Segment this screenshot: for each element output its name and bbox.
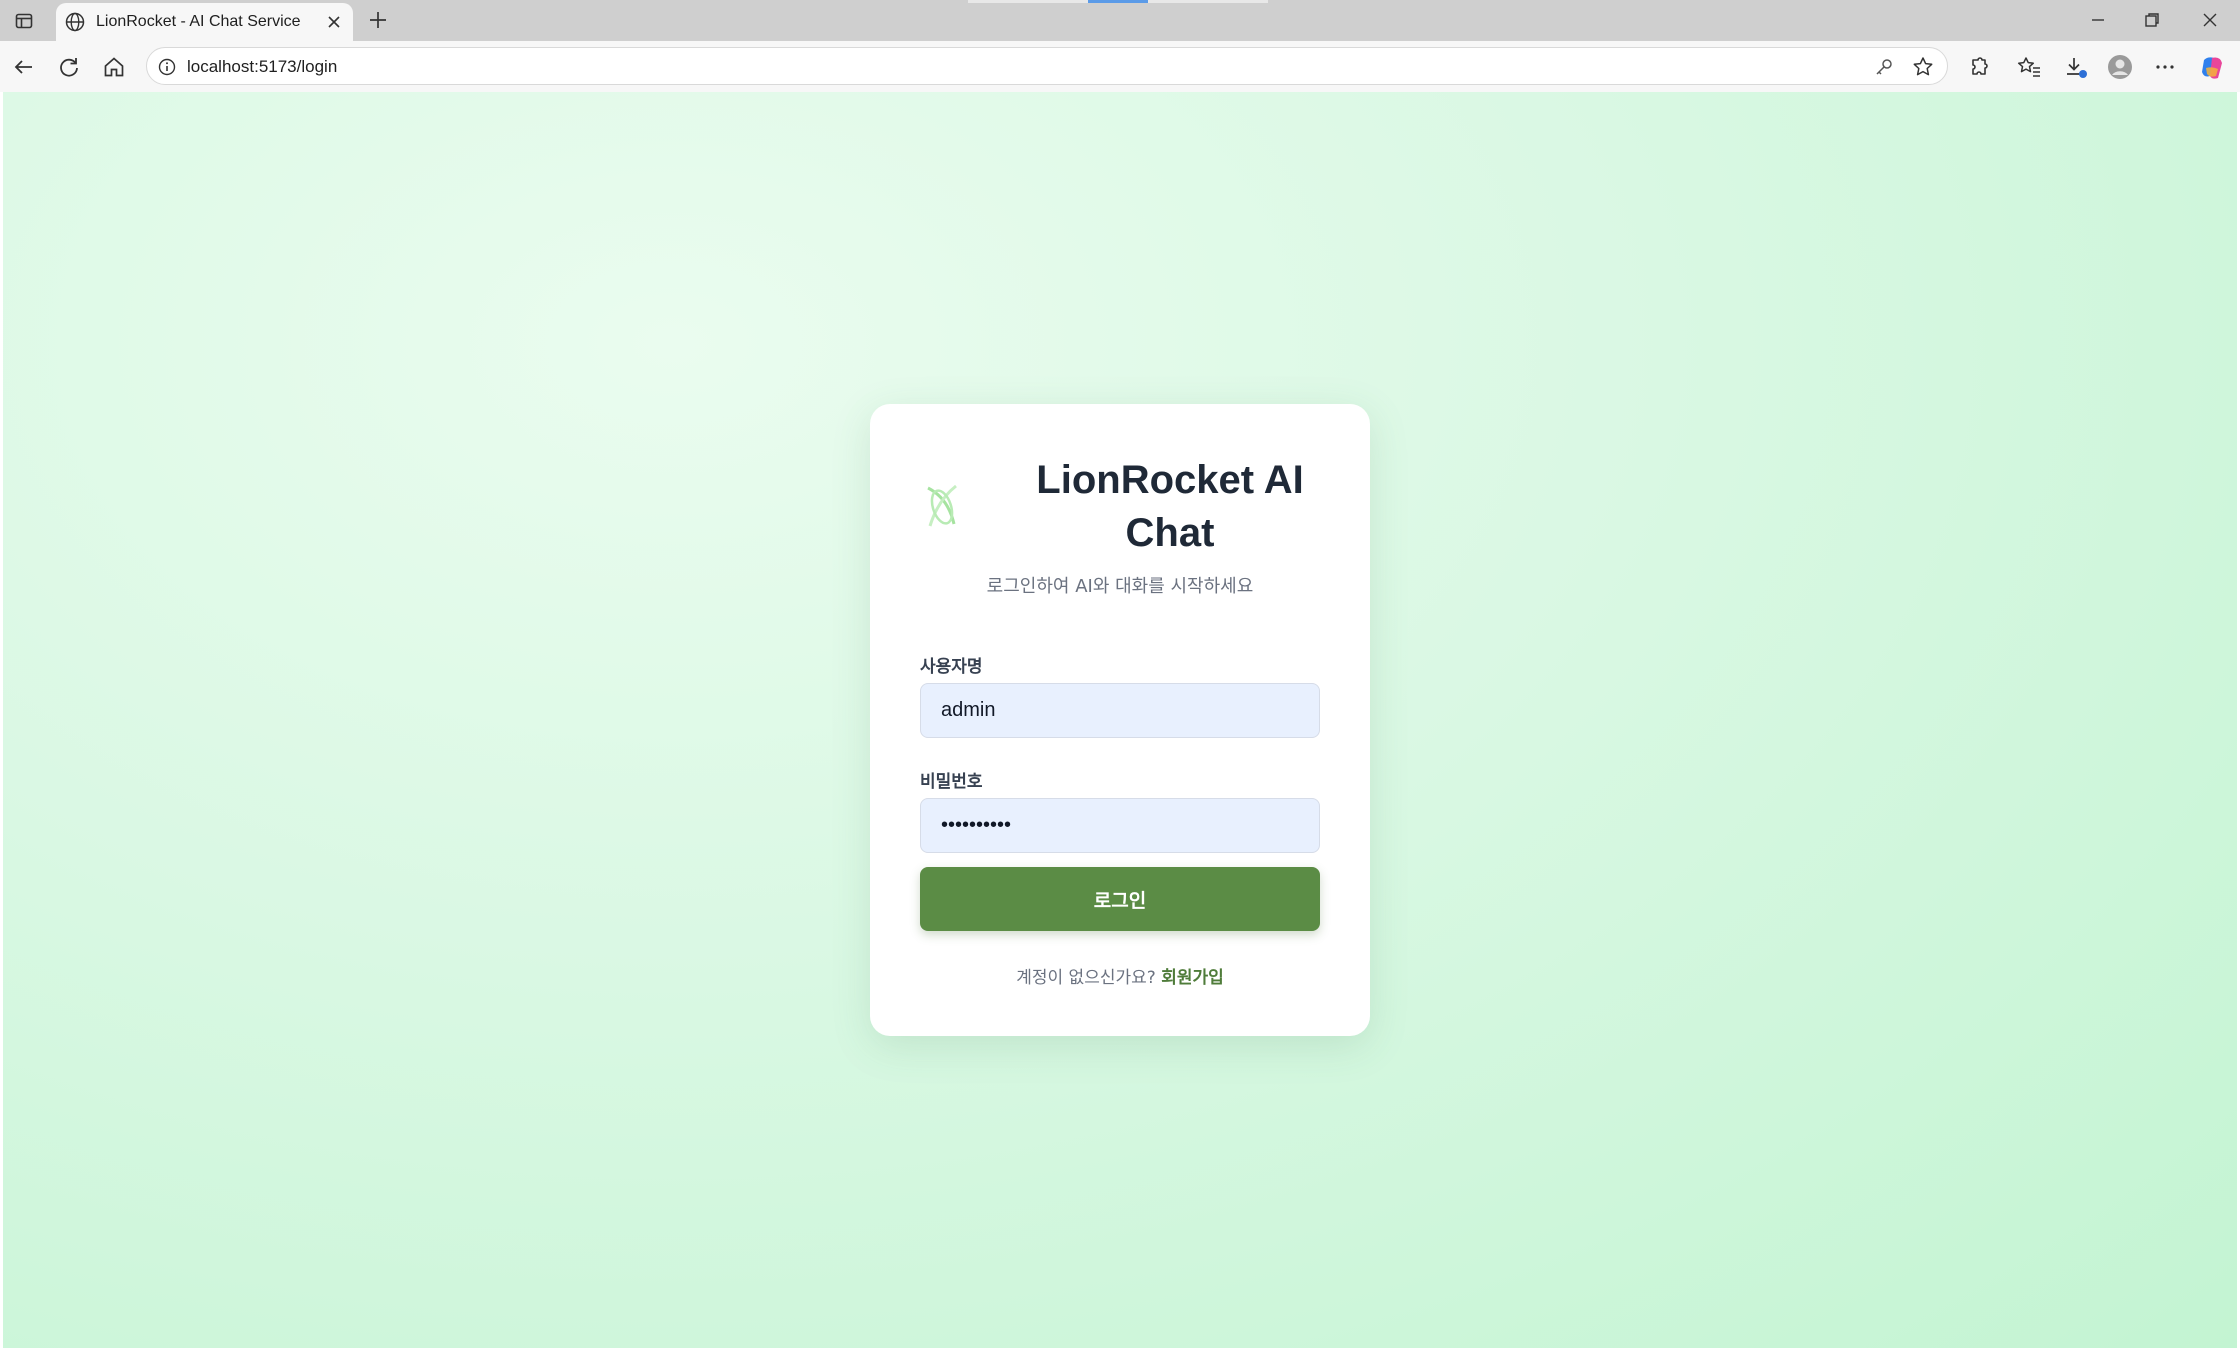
window-close-icon[interactable] xyxy=(2198,8,2222,32)
globe-icon xyxy=(64,11,86,33)
restore-icon[interactable] xyxy=(2140,8,2164,32)
back-arrow-icon[interactable] xyxy=(11,54,37,80)
login-subtitle: 로그인하여 AI와 대화를 시작하세요 xyxy=(986,576,1254,597)
home-icon[interactable] xyxy=(101,54,127,80)
address-bar[interactable]: localhost:5173/login xyxy=(146,47,1948,85)
brand-title: LionRocket AI Chat xyxy=(1036,458,1304,555)
login-card: LionRocket AI Chat 로그인하여 AI와 대화를 시작하세요 사… xyxy=(870,404,1370,1036)
browser-tab-bar: LionRocket - AI Chat Service xyxy=(0,0,2240,41)
login-button[interactable]: 로그인 xyxy=(920,867,1320,931)
avatar[interactable] xyxy=(2107,54,2133,80)
tab-strip-indicator xyxy=(1148,0,1268,3)
signup-prompt: 계정이 없으신가요? 회원가입 xyxy=(870,963,1370,988)
signup-link[interactable]: 회원가입 xyxy=(1161,968,1224,988)
download-icon[interactable] xyxy=(2063,54,2089,80)
url-text[interactable]: localhost:5173/login xyxy=(187,57,337,77)
browser-toolbar: localhost:5173/login xyxy=(0,41,2240,92)
close-icon[interactable] xyxy=(325,13,343,31)
login-page: LionRocket AI Chat 로그인하여 AI와 대화를 시작하세요 사… xyxy=(3,92,2237,1348)
tab-strip-indicator-active xyxy=(1088,0,1148,3)
star-icon[interactable] xyxy=(1911,55,1935,79)
browser-tab[interactable]: LionRocket - AI Chat Service xyxy=(56,3,353,41)
signup-prompt-text: 계정이 없으신가요? xyxy=(1016,968,1156,988)
tab-title: LionRocket - AI Chat Service xyxy=(96,13,301,30)
info-icon[interactable] xyxy=(157,57,177,77)
password-label: 비밀번호 xyxy=(920,772,983,792)
copilot-icon[interactable] xyxy=(2198,54,2224,80)
more-icon[interactable] xyxy=(2152,54,2178,80)
username-input[interactable] xyxy=(920,683,1320,738)
key-icon[interactable] xyxy=(1873,56,1895,78)
puzzle-icon[interactable] xyxy=(1966,54,1992,80)
new-tab-button[interactable] xyxy=(366,8,390,32)
password-input[interactable] xyxy=(920,798,1320,853)
username-label: 사용자명 xyxy=(920,657,983,677)
tab-strip-icon[interactable] xyxy=(12,9,36,33)
reload-icon[interactable] xyxy=(56,54,82,80)
tab-strip-indicator xyxy=(968,0,1088,3)
minimize-icon[interactable] xyxy=(2086,8,2110,32)
logo-icon xyxy=(918,480,966,534)
favorites-icon[interactable] xyxy=(2016,54,2042,80)
